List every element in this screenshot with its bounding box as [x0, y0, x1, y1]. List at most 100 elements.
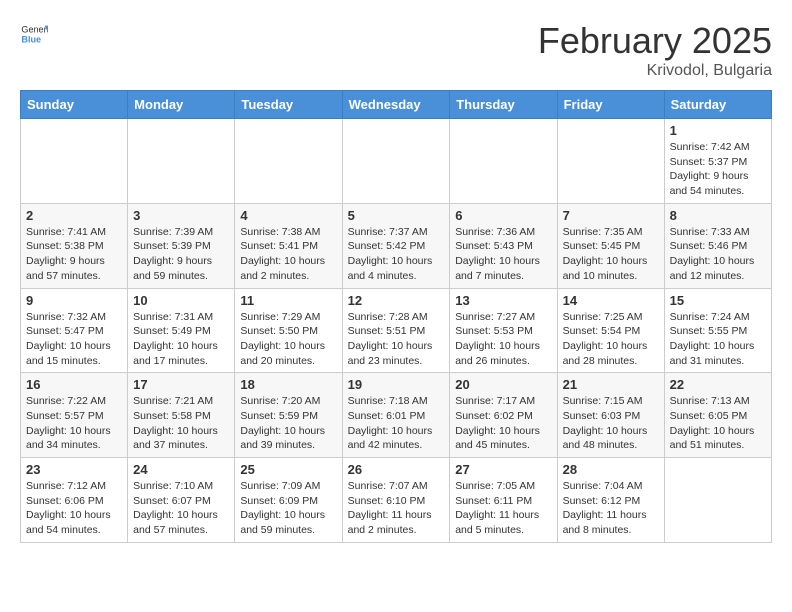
calendar-cell: 3 Sunrise: 7:39 AM Sunset: 5:39 PM Daylig…: [128, 203, 235, 288]
day-info: Sunrise: 7:33 AM Sunset: 5:46 PM Dayligh…: [670, 225, 766, 284]
calendar-cell: 24 Sunrise: 7:10 AM Sunset: 6:07 PM Dayli…: [128, 458, 235, 543]
day-number: 8: [670, 208, 766, 223]
day-info: Sunrise: 7:12 AM Sunset: 6:06 PM Dayligh…: [26, 479, 122, 538]
calendar-cell: [664, 458, 771, 543]
weekday-header: Sunday: [21, 91, 128, 119]
calendar-cell: 19 Sunrise: 7:18 AM Sunset: 6:01 PM Dayli…: [342, 373, 450, 458]
day-number: 3: [133, 208, 229, 223]
day-info: Sunrise: 7:22 AM Sunset: 5:57 PM Dayligh…: [26, 394, 122, 453]
calendar-cell: 18 Sunrise: 7:20 AM Sunset: 5:59 PM Dayli…: [235, 373, 342, 458]
day-number: 25: [240, 462, 336, 477]
day-info: Sunrise: 7:18 AM Sunset: 6:01 PM Dayligh…: [348, 394, 445, 453]
calendar-cell: 13Sunrise: 7:27 AM Sunset: 5:53 PM Dayli…: [450, 288, 557, 373]
day-info: Sunrise: 7:09 AM Sunset: 6:09 PM Dayligh…: [240, 479, 336, 538]
title-block: February 2025 Krivodol, Bulgaria: [538, 20, 772, 80]
calendar-cell: 26 Sunrise: 7:07 AM Sunset: 6:10 PM Dayli…: [342, 458, 450, 543]
calendar-cell: 14 Sunrise: 7:25 AM Sunset: 5:54 PM Dayli…: [557, 288, 664, 373]
day-number: 27: [455, 462, 551, 477]
calendar-cell: 20 Sunrise: 7:17 AM Sunset: 6:02 PM Dayli…: [450, 373, 557, 458]
day-number: 20: [455, 377, 551, 392]
day-number: 14: [563, 293, 659, 308]
day-info: Sunrise: 7:10 AM Sunset: 6:07 PM Dayligh…: [133, 479, 229, 538]
calendar-cell: 15 Sunrise: 7:24 AM Sunset: 5:55 PM Dayli…: [664, 288, 771, 373]
day-info: Sunrise: 7:04 AM Sunset: 6:12 PM Dayligh…: [563, 479, 659, 538]
logo: General Blue: [20, 20, 48, 48]
day-number: 6: [455, 208, 551, 223]
day-info: Sunrise: 7:36 AM Sunset: 5:43 PM Dayligh…: [455, 225, 551, 284]
day-info: Sunrise: 7:42 AM Sunset: 5:37 PM Dayligh…: [670, 140, 766, 199]
day-number: 26: [348, 462, 445, 477]
day-number: 23: [26, 462, 122, 477]
day-info: Sunrise: 7:20 AM Sunset: 5:59 PM Dayligh…: [240, 394, 336, 453]
logo-icon: General Blue: [20, 20, 48, 48]
calendar-week-row: 23 Sunrise: 7:12 AM Sunset: 6:06 PM Dayli…: [21, 458, 772, 543]
day-number: 5: [348, 208, 445, 223]
day-number: 13: [455, 293, 551, 308]
calendar-cell: 17 Sunrise: 7:21 AM Sunset: 5:58 PM Dayli…: [128, 373, 235, 458]
calendar-cell: 10 Sunrise: 7:31 AM Sunset: 5:49 PM Dayli…: [128, 288, 235, 373]
calendar-cell: 2Sunrise: 7:41 AM Sunset: 5:38 PM Daylig…: [21, 203, 128, 288]
location: Krivodol, Bulgaria: [538, 62, 772, 80]
calendar-week-row: 2Sunrise: 7:41 AM Sunset: 5:38 PM Daylig…: [21, 203, 772, 288]
day-info: Sunrise: 7:07 AM Sunset: 6:10 PM Dayligh…: [348, 479, 445, 538]
calendar-cell: 4Sunrise: 7:38 AM Sunset: 5:41 PM Daylig…: [235, 203, 342, 288]
calendar-cell: 8 Sunrise: 7:33 AM Sunset: 5:46 PM Daylig…: [664, 203, 771, 288]
day-info: Sunrise: 7:37 AM Sunset: 5:42 PM Dayligh…: [348, 225, 445, 284]
calendar-cell: 27 Sunrise: 7:05 AM Sunset: 6:11 PM Dayli…: [450, 458, 557, 543]
svg-text:Blue: Blue: [21, 34, 41, 44]
calendar-cell: 6 Sunrise: 7:36 AM Sunset: 5:43 PM Daylig…: [450, 203, 557, 288]
day-number: 10: [133, 293, 229, 308]
day-info: Sunrise: 7:41 AM Sunset: 5:38 PM Dayligh…: [26, 225, 122, 284]
weekday-header: Wednesday: [342, 91, 450, 119]
day-number: 24: [133, 462, 229, 477]
day-number: 18: [240, 377, 336, 392]
calendar-cell: 23 Sunrise: 7:12 AM Sunset: 6:06 PM Dayli…: [21, 458, 128, 543]
day-info: Sunrise: 7:31 AM Sunset: 5:49 PM Dayligh…: [133, 310, 229, 369]
day-info: Sunrise: 7:21 AM Sunset: 5:58 PM Dayligh…: [133, 394, 229, 453]
day-info: Sunrise: 7:25 AM Sunset: 5:54 PM Dayligh…: [563, 310, 659, 369]
calendar-cell: 1 Sunrise: 7:42 AM Sunset: 5:37 PM Daylig…: [664, 119, 771, 204]
day-number: 19: [348, 377, 445, 392]
calendar-cell: [450, 119, 557, 204]
calendar-week-row: 1 Sunrise: 7:42 AM Sunset: 5:37 PM Daylig…: [21, 119, 772, 204]
calendar-cell: 21 Sunrise: 7:15 AM Sunset: 6:03 PM Dayli…: [557, 373, 664, 458]
day-number: 15: [670, 293, 766, 308]
day-info: Sunrise: 7:17 AM Sunset: 6:02 PM Dayligh…: [455, 394, 551, 453]
calendar-cell: 25 Sunrise: 7:09 AM Sunset: 6:09 PM Dayli…: [235, 458, 342, 543]
day-info: Sunrise: 7:39 AM Sunset: 5:39 PM Dayligh…: [133, 225, 229, 284]
calendar-table: SundayMondayTuesdayWednesdayThursdayFrid…: [20, 90, 772, 543]
calendar-cell: 7 Sunrise: 7:35 AM Sunset: 5:45 PM Daylig…: [557, 203, 664, 288]
weekday-header: Tuesday: [235, 91, 342, 119]
day-number: 4: [240, 208, 336, 223]
weekday-header: Thursday: [450, 91, 557, 119]
calendar-cell: 22 Sunrise: 7:13 AM Sunset: 6:05 PM Dayli…: [664, 373, 771, 458]
day-info: Sunrise: 7:05 AM Sunset: 6:11 PM Dayligh…: [455, 479, 551, 538]
day-number: 9: [26, 293, 122, 308]
day-number: 1: [670, 123, 766, 138]
calendar-cell: 12 Sunrise: 7:28 AM Sunset: 5:51 PM Dayli…: [342, 288, 450, 373]
day-number: 7: [563, 208, 659, 223]
day-info: Sunrise: 7:13 AM Sunset: 6:05 PM Dayligh…: [670, 394, 766, 453]
day-number: 17: [133, 377, 229, 392]
calendar-week-row: 16 Sunrise: 7:22 AM Sunset: 5:57 PM Dayli…: [21, 373, 772, 458]
weekday-header: Friday: [557, 91, 664, 119]
calendar-header-row: SundayMondayTuesdayWednesdayThursdayFrid…: [21, 91, 772, 119]
day-number: 22: [670, 377, 766, 392]
calendar-cell: [342, 119, 450, 204]
svg-text:General: General: [21, 25, 48, 35]
page-header: General Blue February 2025 Krivodol, Bul…: [20, 20, 772, 80]
day-info: Sunrise: 7:28 AM Sunset: 5:51 PM Dayligh…: [348, 310, 445, 369]
day-info: Sunrise: 7:24 AM Sunset: 5:55 PM Dayligh…: [670, 310, 766, 369]
calendar-week-row: 9Sunrise: 7:32 AM Sunset: 5:47 PM Daylig…: [21, 288, 772, 373]
calendar-cell: 28 Sunrise: 7:04 AM Sunset: 6:12 PM Dayli…: [557, 458, 664, 543]
calendar-cell: [235, 119, 342, 204]
day-number: 16: [26, 377, 122, 392]
day-info: Sunrise: 7:15 AM Sunset: 6:03 PM Dayligh…: [563, 394, 659, 453]
day-number: 12: [348, 293, 445, 308]
day-number: 11: [240, 293, 336, 308]
day-number: 21: [563, 377, 659, 392]
calendar-cell: 9Sunrise: 7:32 AM Sunset: 5:47 PM Daylig…: [21, 288, 128, 373]
day-info: Sunrise: 7:35 AM Sunset: 5:45 PM Dayligh…: [563, 225, 659, 284]
day-number: 28: [563, 462, 659, 477]
weekday-header: Monday: [128, 91, 235, 119]
